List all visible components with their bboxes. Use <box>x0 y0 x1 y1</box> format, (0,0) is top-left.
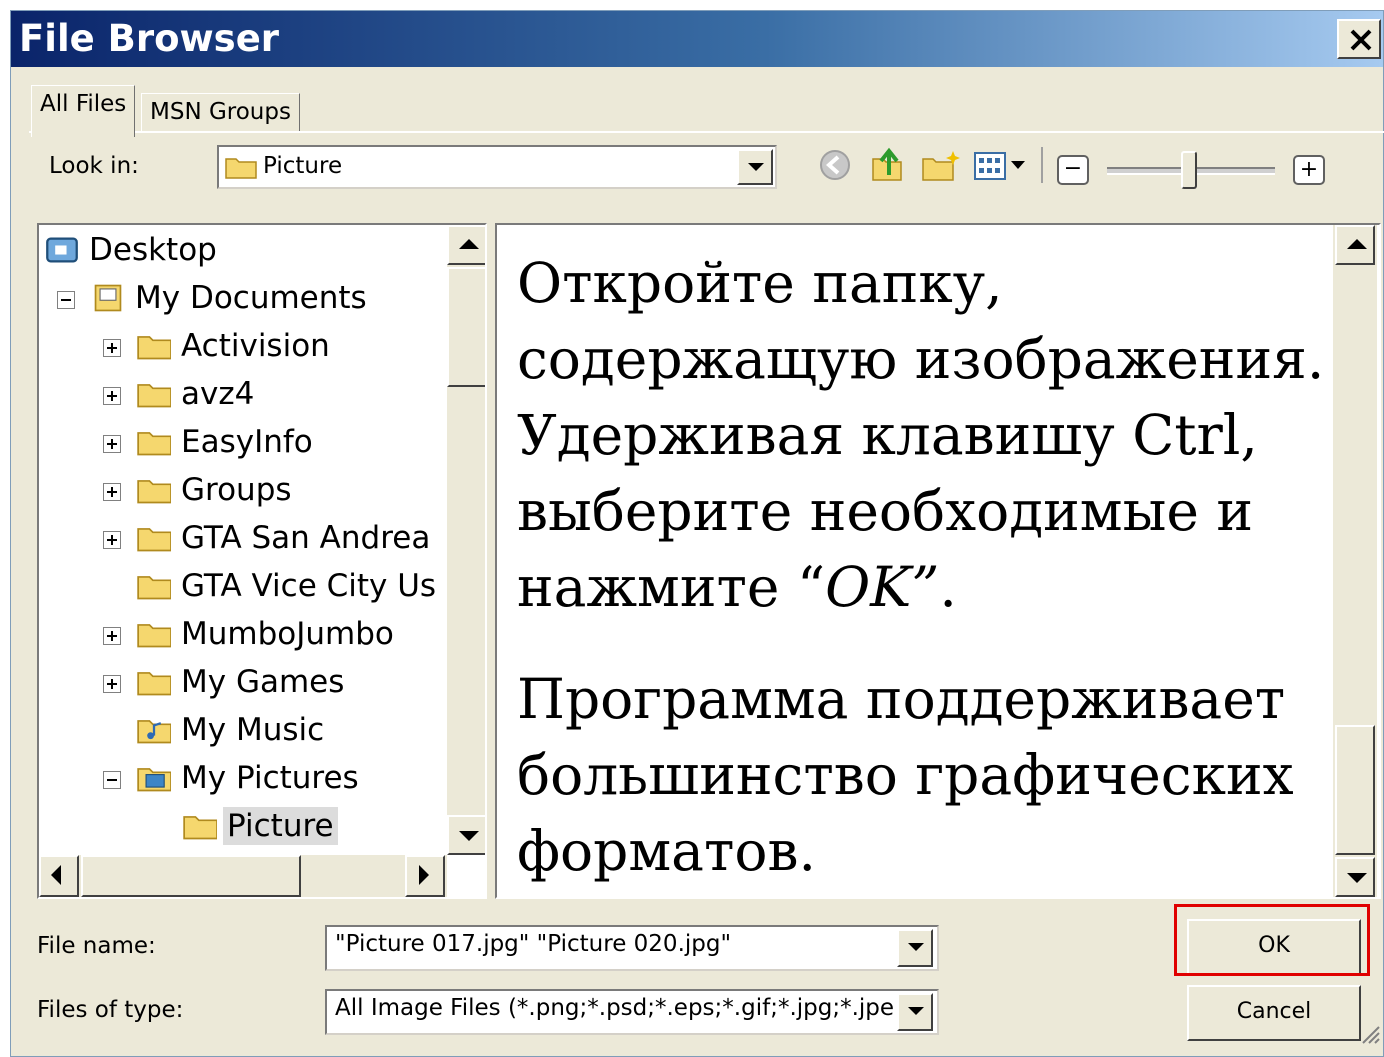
tab-msn-groups[interactable]: MSN Groups <box>141 93 300 133</box>
up-folder-icon[interactable] <box>867 145 907 185</box>
tree-hscroll-thumb[interactable] <box>81 855 301 897</box>
tree-item-label[interactable]: Picture <box>223 807 338 845</box>
music-folder-icon <box>137 720 171 744</box>
files-of-type-select[interactable]: All Image Files (*.png;*.psd;*.eps;*.gif… <box>325 989 939 1035</box>
instruction-paragraph-1: Откройте папку, содержащую изображения. … <box>517 245 1324 625</box>
tab-all-files[interactable]: All Files <box>31 85 136 137</box>
documents-icon <box>94 284 122 312</box>
tree-item-label[interactable]: Groups <box>177 471 296 509</box>
zoom-slider-thumb[interactable] <box>1181 151 1197 189</box>
zoom-in-button[interactable]: + <box>1293 155 1325 185</box>
instruction-ok-emphasis: OK” <box>825 555 940 619</box>
desktop-icon <box>46 237 78 263</box>
file-name-label: File name: <box>37 933 156 959</box>
instruction-line: содержащую изображения. <box>517 327 1325 391</box>
folder-icon <box>137 624 171 648</box>
close-button[interactable] <box>1337 19 1381 59</box>
folder-icon <box>137 384 171 408</box>
tree-item-label[interactable]: GTA San Andrea <box>177 519 434 557</box>
instruction-line: Откройте папку, <box>517 251 1003 315</box>
instruction-line: нажмите “OK”. <box>517 549 1324 625</box>
tree-item-label[interactable]: EasyInfo <box>177 423 317 461</box>
tree-scroll-down-button[interactable] <box>447 815 485 855</box>
expand-toggle[interactable] <box>103 483 121 501</box>
tree-item-label[interactable]: Desktop <box>85 231 221 269</box>
instruction-line: Программа поддерживает <box>517 667 1286 731</box>
file-list-scroll-down-button[interactable] <box>1335 857 1375 897</box>
tree-item-label[interactable]: Activision <box>177 327 334 365</box>
files-of-type-value: All Image Files (*.png;*.psd;*.eps;*.gif… <box>335 995 895 1021</box>
tree-scroll-thumb[interactable] <box>447 267 485 387</box>
file-name-dropdown-button[interactable] <box>897 929 933 967</box>
resize-grip-icon[interactable] <box>1357 1021 1381 1045</box>
instruction-paragraph-2: Программа поддерживает большинство графи… <box>517 661 1294 889</box>
view-menu-icon[interactable] <box>973 151 1031 183</box>
folder-icon <box>137 672 171 696</box>
instruction-text: нажмите “ <box>517 555 826 619</box>
instruction-line: форматов. <box>517 819 816 883</box>
file-name-value: "Picture 017.jpg" "Picture 020.jpg" <box>335 931 732 957</box>
look-in-value: Picture <box>263 153 343 179</box>
pictures-folder-icon <box>137 768 171 792</box>
file-list-panel[interactable]: Откройте папку, содержащую изображения. … <box>495 223 1381 899</box>
tab-panel-border <box>29 131 1384 133</box>
file-browser-window: File Browser All Files MSN Groups Look i… <box>10 10 1384 1057</box>
folder-icon <box>225 158 257 179</box>
expand-toggle[interactable] <box>103 435 121 453</box>
tree-item-label[interactable]: avz4 <box>177 375 258 413</box>
expand-toggle[interactable] <box>103 627 121 645</box>
folder-icon <box>183 816 217 840</box>
look-in-select[interactable]: Picture <box>217 145 777 189</box>
expand-toggle[interactable] <box>103 387 121 405</box>
tree-item-label[interactable]: My Documents <box>131 279 371 317</box>
look-in-dropdown-button[interactable] <box>737 149 773 185</box>
file-list-scroll-up-button[interactable] <box>1335 225 1375 265</box>
close-icon <box>1350 29 1372 51</box>
new-folder-icon[interactable] <box>919 147 963 185</box>
folder-icon <box>137 480 171 504</box>
instruction-line: большинство графических <box>517 743 1294 807</box>
window-title: File Browser <box>19 17 280 60</box>
tree-item-label[interactable]: My Pictures <box>177 759 363 797</box>
folder-icon <box>137 576 171 600</box>
tree-item-label[interactable]: GTA Vice City Us <box>177 567 440 605</box>
tree-scroll-left-button[interactable] <box>39 855 79 897</box>
folder-icon <box>137 528 171 552</box>
expand-toggle[interactable] <box>103 339 121 357</box>
toolbar-separator <box>1041 147 1043 183</box>
expand-toggle[interactable] <box>103 531 121 549</box>
zoom-out-button[interactable]: − <box>1057 155 1089 185</box>
tree-item-label[interactable]: My Games <box>177 663 348 701</box>
expand-toggle[interactable] <box>103 675 121 693</box>
files-of-type-label: Files of type: <box>37 997 184 1023</box>
back-icon[interactable] <box>817 147 853 183</box>
tree-scroll-up-button[interactable] <box>447 225 485 265</box>
file-list-vertical-scrollbar[interactable] <box>1333 225 1377 897</box>
tree-horizontal-scrollbar[interactable] <box>39 855 447 897</box>
instruction-line: Удерживая клавишу Ctrl, <box>517 403 1258 467</box>
tree-item-label[interactable]: MumboJumbo <box>177 615 398 653</box>
collapse-toggle[interactable] <box>57 291 75 309</box>
collapse-toggle[interactable] <box>103 771 121 789</box>
folder-icon <box>137 336 171 360</box>
file-list-scroll-thumb[interactable] <box>1335 725 1375 855</box>
ok-highlight-frame <box>1174 904 1370 976</box>
folder-icon <box>137 432 171 456</box>
tree-item-label[interactable]: My Music <box>177 711 328 749</box>
instruction-line: выберите необходимые и <box>517 479 1254 543</box>
look-in-label: Look in: <box>49 153 139 179</box>
instruction-text: . <box>939 555 957 619</box>
file-name-input[interactable]: "Picture 017.jpg" "Picture 020.jpg" <box>325 925 939 971</box>
title-bar[interactable]: File Browser <box>11 11 1383 67</box>
tree-scroll-right-button[interactable] <box>405 855 445 897</box>
files-of-type-dropdown-button[interactable] <box>897 993 933 1031</box>
tree-vertical-scrollbar[interactable] <box>447 225 485 855</box>
folder-tree[interactable]: Desktop My Documents Activision avz4 EasyInf… <box>37 223 487 899</box>
cancel-button[interactable]: Cancel <box>1187 985 1361 1041</box>
